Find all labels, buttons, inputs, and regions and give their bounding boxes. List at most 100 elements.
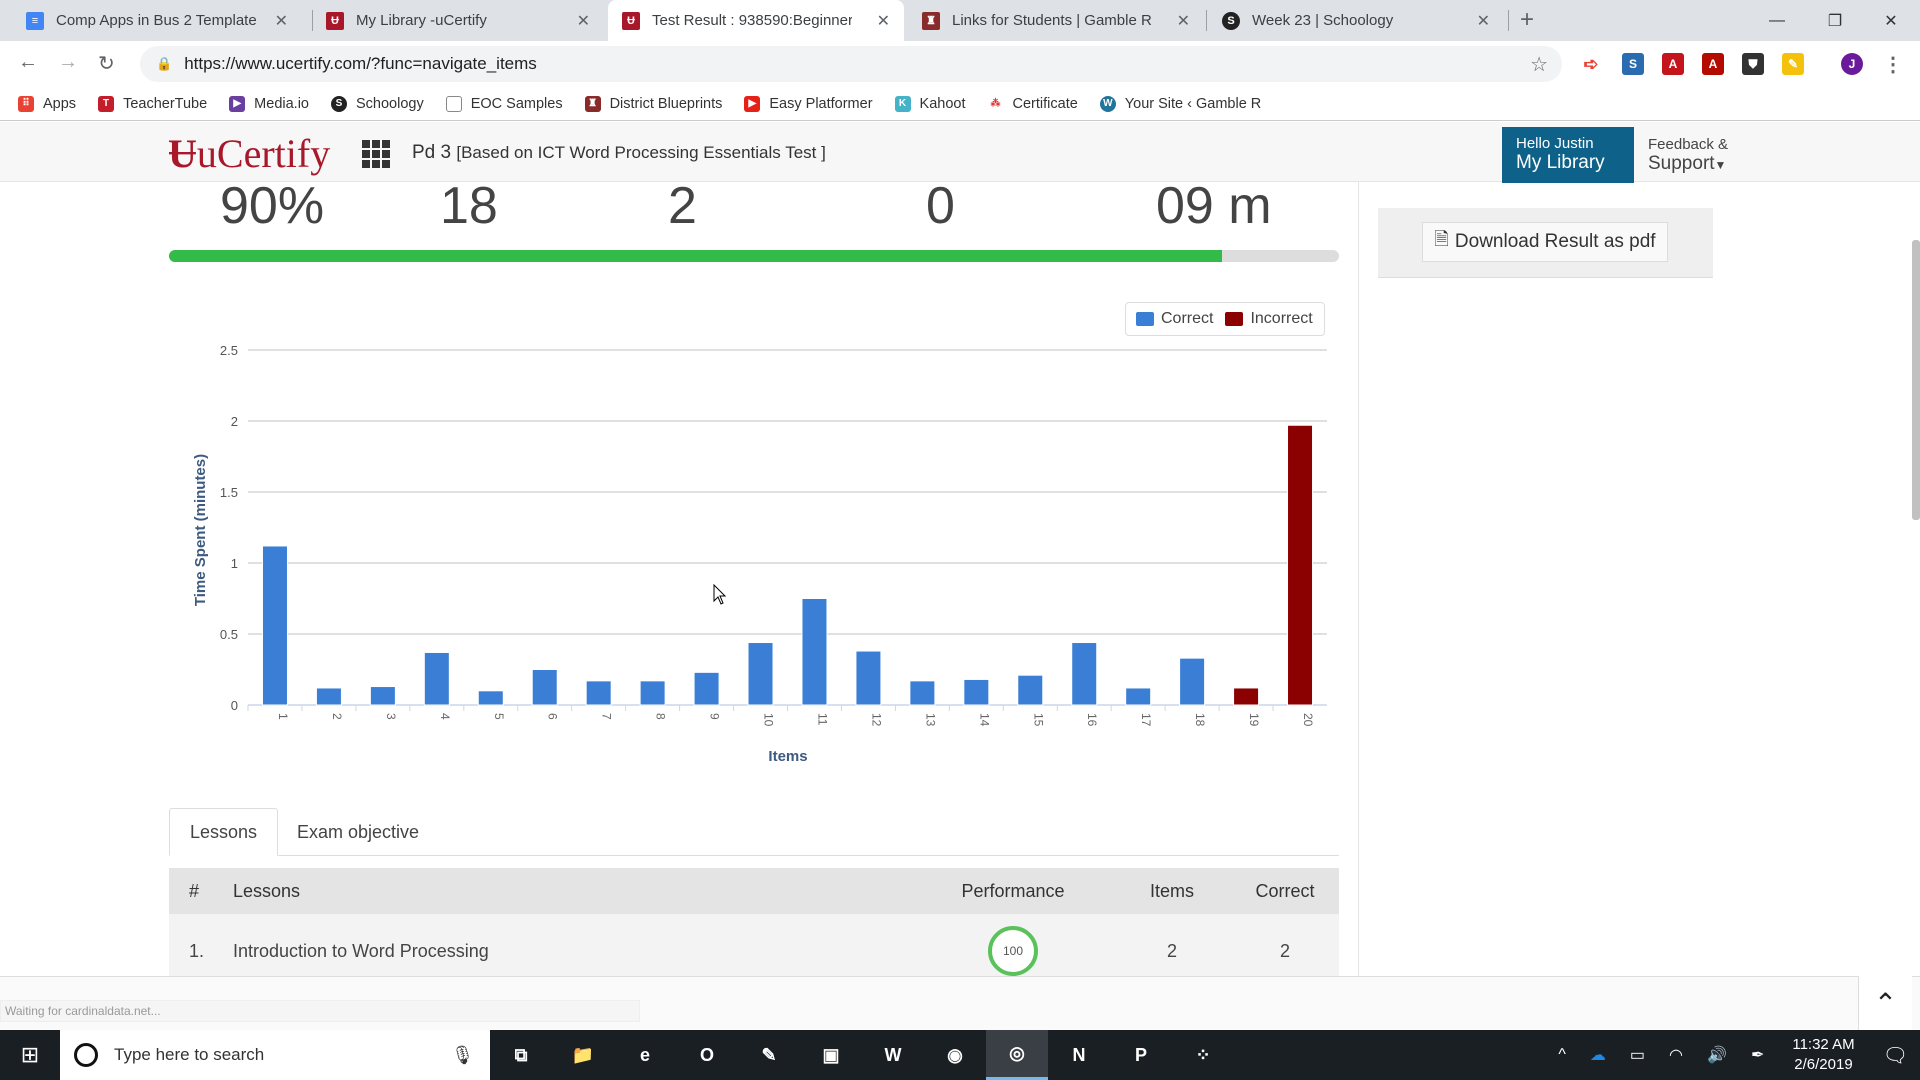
edge-icon[interactable]: e [614,1030,676,1080]
onenote-icon[interactable]: N [1048,1030,1110,1080]
file-explorer-icon[interactable]: 📁 [552,1030,614,1080]
bar-item-4[interactable] [423,651,450,706]
bar-item-19[interactable] [1233,687,1260,706]
bookmark-item[interactable]: W Your Site ‹ Gamble R [1099,95,1261,112]
download-pdf-button[interactable]: 🗎 Download Result as pdf [1422,222,1668,262]
browser-tab-active[interactable]: Ʉ Test Result : 938590:Beginner -u( ✕ [608,0,904,41]
extension-screencast-icon[interactable]: S [1622,53,1644,75]
bar-item-12[interactable] [855,650,882,706]
bookmark-item[interactable]: ♜ District Blueprints [584,95,722,112]
powerpoint-icon[interactable]: P [1110,1030,1172,1080]
paint-icon[interactable]: ✎ [738,1030,800,1080]
user-menu-button[interactable]: Hello Justin My Library ▼ [1502,127,1634,193]
close-tab-icon[interactable]: ✕ [577,11,590,31]
bar-item-5[interactable] [477,690,504,706]
browser-tab[interactable]: ♜ Links for Students | Gamble Rog ✕ [908,0,1204,41]
firefox-icon[interactable]: ◉ [924,1030,986,1080]
bar-item-18[interactable] [1179,657,1206,706]
bookmark-item[interactable]: K Kahoot [894,95,966,112]
bar-item-20[interactable] [1287,424,1314,706]
outlook-icon[interactable]: O [676,1030,738,1080]
taskbar-search[interactable]: Type here to search 🎙 [60,1030,490,1080]
bar-item-14[interactable] [963,678,990,706]
tray-expand-icon[interactable]: ^ [1558,1046,1566,1064]
bookmark-item[interactable]: EOC Samples [445,95,563,112]
tab-title: Week 23 | Schoology [1252,12,1394,29]
tab-exam-objective[interactable]: Exam objective [277,808,439,856]
bookmark-item[interactable]: ▶ Easy Platformer [744,95,873,112]
bookmark-star-icon[interactable]: ☆ [1530,52,1548,77]
browser-tab[interactable]: ≡ Comp Apps in Bus 2 Template - ( ✕ [12,0,302,41]
chrome-menu-icon[interactable]: ⋮ [1882,53,1904,76]
bar-item-10[interactable] [747,642,774,706]
legend-correct[interactable]: Correct [1161,310,1213,328]
bar-item-16[interactable] [1071,642,1098,706]
bookmark-item[interactable]: ⠿ Apps [18,95,76,112]
ucertify-logo[interactable]: ɄuCertify [168,130,330,177]
control-panel-icon[interactable]: ▣ [800,1030,862,1080]
extension-pdf-icon[interactable]: A [1702,53,1724,75]
pen-icon[interactable]: ✒ [1751,1045,1764,1065]
new-tab-button[interactable]: + [1520,6,1534,34]
action-center-icon[interactable]: 🗨 [1883,1043,1908,1068]
download-label: Download Result as pdf [1454,231,1656,252]
onedrive-icon[interactable]: ☁ [1590,1045,1606,1065]
page-scrollbar[interactable] [1912,240,1920,520]
close-tab-icon[interactable]: ✕ [877,11,890,31]
back-icon[interactable]: ← [18,51,38,74]
taskbar-clock[interactable]: 11:32 AM 2/6/2019 [1792,1035,1854,1075]
address-bar[interactable]: 🔒 https://www.ucertify.com/?func=navigat… [140,46,1562,82]
microphone-icon[interactable]: 🎙 [451,1045,474,1066]
bar-item-11[interactable] [801,598,828,706]
lesson-name[interactable]: Introduction to Word Processing [233,941,913,962]
bar-item-1[interactable] [261,545,288,706]
chrome-icon[interactable]: ◎ [986,1030,1048,1080]
word-icon[interactable]: W [862,1030,924,1080]
battery-icon[interactable]: ▭ [1630,1045,1645,1065]
extension-icon[interactable]: ➪ [1580,53,1602,75]
bookmark-item[interactable]: S Schoology [330,95,424,112]
close-window-button[interactable]: ✕ [1862,0,1920,41]
bar-item-13[interactable] [909,680,936,706]
loading-icon[interactable]: ⁘ [1172,1030,1234,1080]
bar-item-6[interactable] [531,669,558,706]
bar-item-17[interactable] [1125,687,1152,706]
close-tab-icon[interactable]: ✕ [1477,11,1490,31]
browser-tab[interactable]: Ʉ My Library -uCertify ✕ [312,0,604,41]
minimize-button[interactable]: — [1748,0,1806,41]
browser-tab[interactable]: S Week 23 | Schoology ✕ [1208,0,1504,41]
profile-avatar[interactable]: J [1841,53,1863,75]
reload-icon[interactable]: ↻ [98,51,115,76]
legend-incorrect[interactable]: Incorrect [1250,310,1312,328]
media-io-icon: ▶ [229,95,246,112]
scroll-to-top-button[interactable]: ⌃ [1858,976,1912,1030]
apps-grid-icon[interactable] [362,140,390,168]
wifi-icon[interactable]: ◠ [1669,1045,1683,1065]
skipped-stat: 0 [926,177,955,235]
bar-item-8[interactable] [639,680,666,706]
volume-icon[interactable]: 🔊 [1707,1045,1727,1065]
task-view-icon[interactable]: ⧉ [490,1030,552,1080]
forward-icon[interactable]: → [58,51,78,74]
feedback-support-menu[interactable]: Feedback & Support▼ [1648,136,1728,175]
bookmark-label: Kahoot [919,95,966,112]
extension-note-icon[interactable]: ✎ [1782,53,1804,75]
tab-lessons[interactable]: Lessons [169,808,279,856]
close-tab-icon[interactable]: ✕ [1177,11,1190,31]
bookmark-item[interactable]: T TeacherTube [98,95,207,112]
close-tab-icon[interactable]: ✕ [275,11,288,31]
bar-item-3[interactable] [369,686,396,706]
windows-start-button[interactable]: ⊞ [0,1030,60,1080]
col-performance: Performance [961,880,1065,901]
bar-item-2[interactable] [315,687,342,706]
bookmark-item[interactable]: ▶ Media.io [229,95,309,112]
extension-shield-icon[interactable]: ⛊ [1742,53,1764,75]
bar-item-7[interactable] [585,680,612,706]
extension-acrobat-icon[interactable]: A [1662,53,1684,75]
bar-item-15[interactable] [1017,674,1044,706]
restore-button[interactable]: ❐ [1806,0,1864,41]
url-text[interactable]: https://www.ucertify.com/?func=navigate_… [184,54,537,74]
bar-item-9[interactable] [693,671,720,706]
bookmark-item[interactable]: ⁂ Certificate [987,95,1078,112]
ucertify-icon: Ʉ [326,11,344,30]
